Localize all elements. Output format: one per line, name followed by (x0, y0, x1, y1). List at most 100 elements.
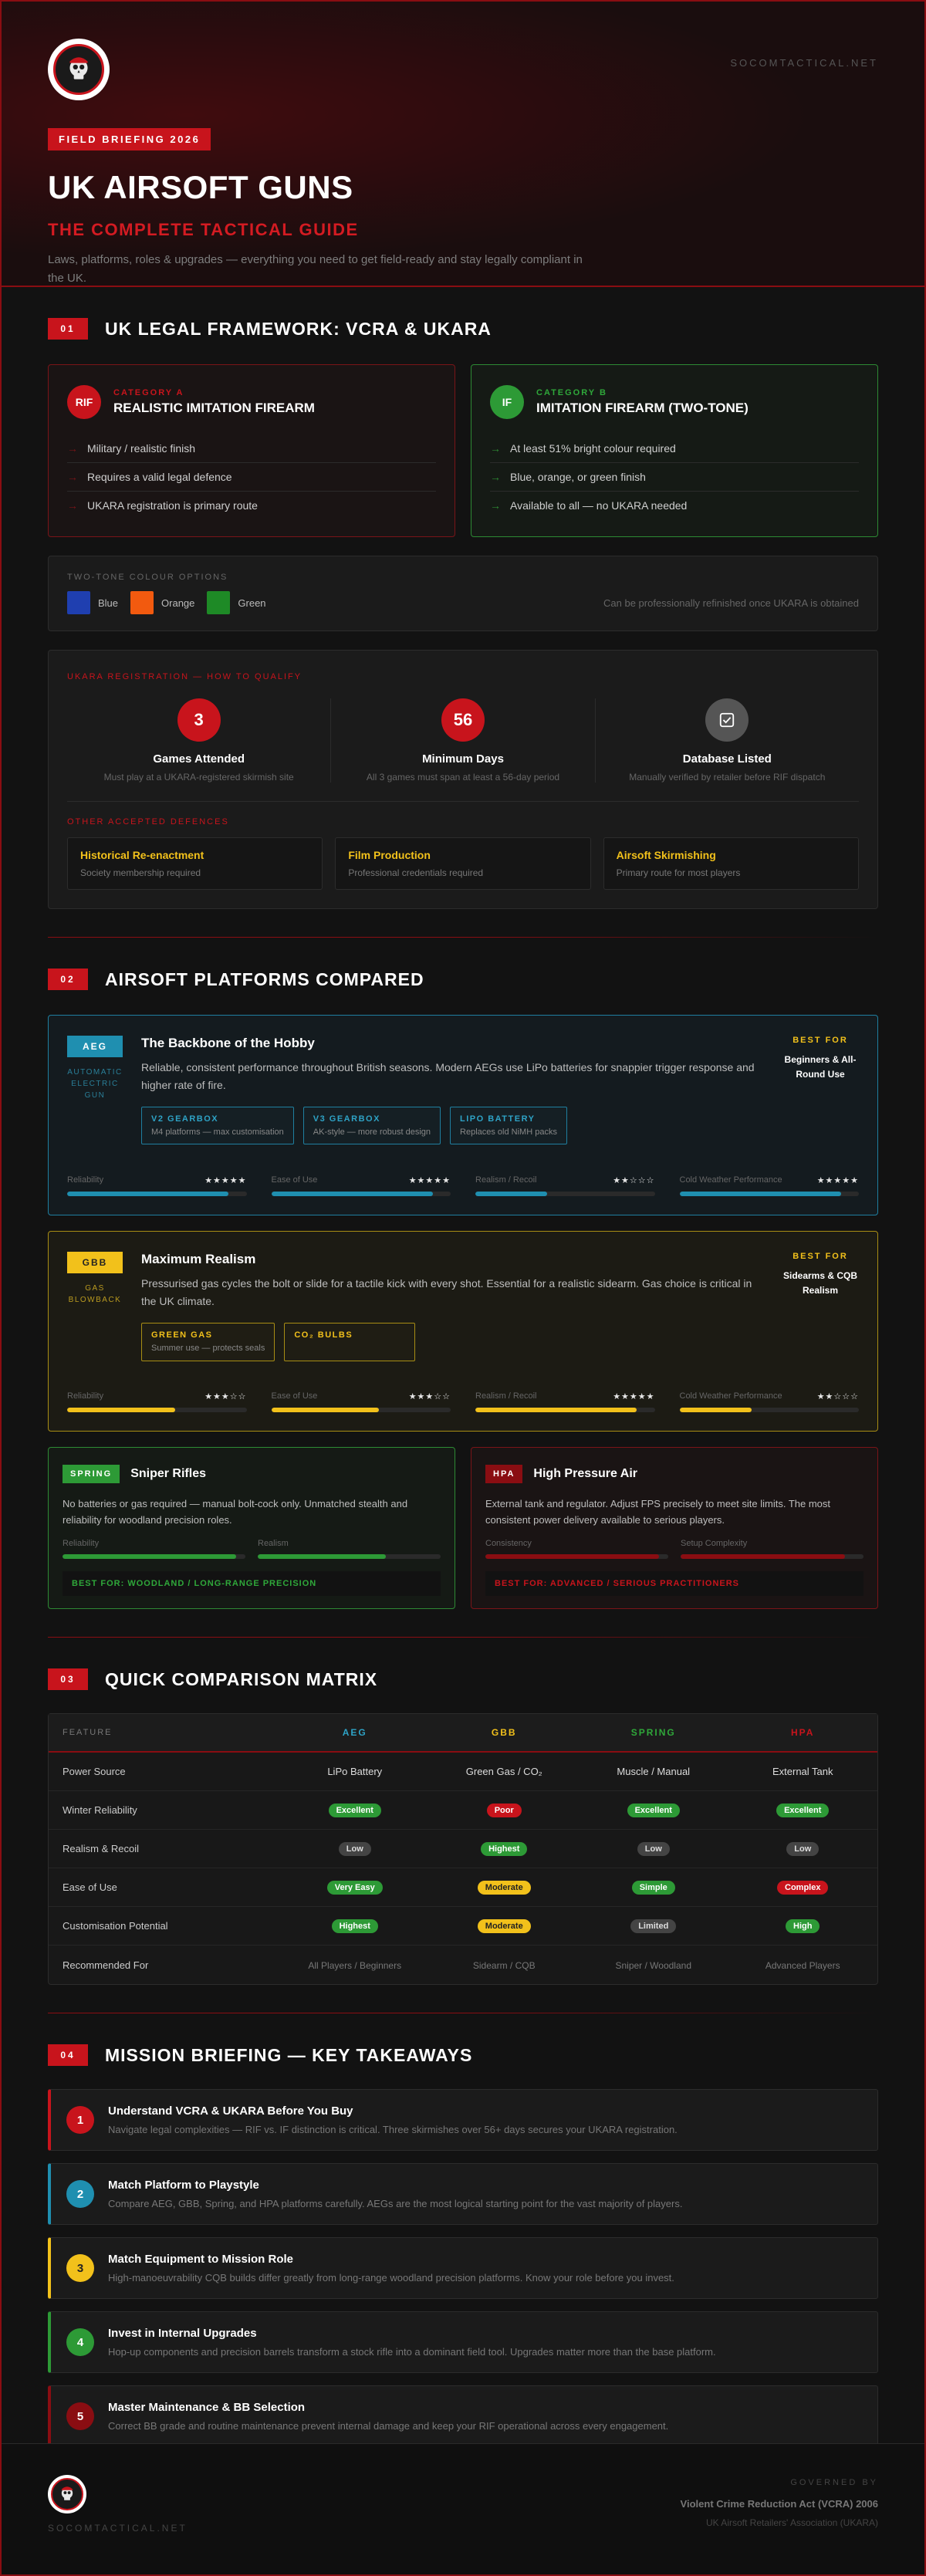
chip: V3 GEARBOX AK-style — more robust design (302, 1107, 441, 1144)
brand-logo[interactable] (48, 39, 110, 100)
swatch-label: Blue (98, 597, 119, 609)
section-number: 03 (48, 1668, 88, 1690)
skull-icon (61, 2486, 73, 2500)
takeaway-card: 1 Understand VCRA & UKARA Before You Buy N… (48, 2089, 878, 2151)
stat-title: Games Attended (153, 752, 245, 766)
metric-fill (679, 1192, 841, 1196)
table-row: Recommended For All Players / Beginners Si… (49, 1946, 877, 1984)
rif-title: REALISTIC IMITATION FIREARM (113, 401, 315, 415)
metric-fill (258, 1554, 386, 1559)
column-header: AEG (342, 1727, 367, 1738)
takeaway-desc: Hop-up components and precision barrels … (108, 2346, 716, 2358)
spring-desc: No batteries or gas required — manual bo… (63, 1498, 408, 1526)
aeg-desc: Reliable, consistent performance through… (141, 1061, 755, 1091)
table-cell: Moderate (430, 1918, 580, 1933)
rating-pill: Excellent (627, 1803, 680, 1817)
list-item: → Blue, orange, or green finish (490, 463, 859, 492)
swatch-label: Green (238, 597, 266, 609)
if-card: IF CATEGORY B IMITATION FIREARM (TWO-TON… (471, 364, 878, 537)
chip: V2 GEARBOX M4 platforms — max customisati… (141, 1107, 294, 1144)
table-cell: All Players / Beginners (280, 1959, 430, 1971)
takeaway-title: Match Platform to Playstyle (108, 2179, 259, 2192)
rating-pill: Limited (630, 1918, 677, 1933)
table-cell: Complex (728, 1880, 878, 1895)
aeg-title: The Backbone of the Hobby (141, 1036, 315, 1050)
rating-pill: Moderate (477, 1880, 531, 1895)
takeaway-card: 4 Invest in Internal Upgrades Hop-up compo… (48, 2311, 878, 2373)
section-takeaways: 04 MISSION BRIEFING — KEY TAKEAWAYS 1 Und… (2, 2044, 924, 2447)
footer-law: Violent Crime Reduction Act (VCRA) 2006 (680, 2498, 878, 2510)
table-cell: Sidearm / CQB (430, 1959, 580, 1971)
table-row: Customisation Potential Highest Moderate Li… (49, 1907, 877, 1946)
metric-label: Reliability (67, 1391, 104, 1401)
cell-text: Green Gas / CO₂ (465, 1766, 542, 1777)
row-feature: Customisation Potential (63, 1920, 168, 1932)
table-cell: Green Gas / CO₂ (430, 1766, 580, 1777)
swatch-colour (130, 591, 154, 614)
metric-bar (63, 1554, 245, 1559)
metric: Setup Complexity (681, 1539, 863, 1559)
defence-title: Film Production (348, 849, 431, 861)
footer-association: UK Airsoft Retailers' Association (UKARA… (705, 2517, 878, 2528)
table-header: FEATURE AEG GBB SPRING HPA (49, 1714, 877, 1753)
spring-card: SPRING Sniper Rifles No batteries or gas… (48, 1447, 455, 1609)
chip: LIPO BATTERY Replaces old NiMH packs (450, 1107, 567, 1144)
rating-pill: Very Easy (326, 1880, 383, 1895)
list-item: → At least 51% bright colour required (490, 434, 859, 463)
metric-label: Setup Complexity (681, 1539, 748, 1548)
chip: GREEN GAS Summer use — protects seals (141, 1323, 275, 1361)
footer-logo[interactable] (48, 2475, 86, 2513)
gbb-title: Maximum Realism (141, 1252, 256, 1266)
takeaway-title: Match Equipment to Mission Role (108, 2253, 294, 2266)
aeg-metrics: Reliability ★★★★★ Ease of Use ★★★★★ Realism … (67, 1175, 859, 1196)
aeg-card: AEG AUTOMATIC ELECTRIC GUN The Backbone … (48, 1015, 878, 1215)
site-url[interactable]: SOCOMTACTICAL.NET (730, 57, 878, 69)
section-title: MISSION BRIEFING — KEY TAKEAWAYS (105, 2044, 473, 2065)
metric: Reliability (63, 1539, 245, 1559)
table-cell: Sniper / Woodland (579, 1959, 728, 1971)
takeaway-title: Invest in Internal Upgrades (108, 2327, 257, 2340)
metric-fill (475, 1408, 637, 1412)
table-cell: LiPo Battery (280, 1766, 430, 1777)
takeaway-card: 3 Match Equipment to Mission Role High-man… (48, 2237, 878, 2299)
rating-pill: Moderate (477, 1918, 531, 1933)
metric-fill (475, 1192, 547, 1196)
rating-pill: Low (786, 1841, 820, 1856)
metric-fill (681, 1554, 846, 1559)
arrow-icon: → (490, 442, 501, 455)
cell-text: Sniper / Woodland (615, 1959, 691, 1971)
checkbox-icon (705, 698, 749, 742)
aeg-subtitle: AUTOMATIC ELECTRIC GUN (67, 1068, 123, 1100)
stat-desc: Must play at a UKARA-registered skirmish… (103, 772, 294, 783)
defence-desc: Professional credentials required (348, 867, 484, 878)
star-rating: ★★★☆☆ (204, 1392, 247, 1401)
list-item: → Military / realistic finish (67, 434, 436, 463)
stat-title: Minimum Days (422, 752, 504, 766)
table-cell: Highest (430, 1841, 580, 1856)
metric-label: Ease of Use (271, 1391, 318, 1401)
section-number: 01 (48, 318, 88, 340)
rating-pill: Excellent (328, 1803, 381, 1817)
takeaway-title: Master Maintenance & BB Selection (108, 2401, 306, 2414)
metric-fill (67, 1408, 175, 1412)
chip: CO₂ BULBS (284, 1323, 416, 1361)
table-cell: External Tank (728, 1766, 878, 1777)
rating-pill: Complex (777, 1880, 829, 1895)
table-cell: Excellent (579, 1803, 728, 1817)
metric-fill (679, 1408, 752, 1412)
section-number: 02 (48, 969, 88, 990)
table-row: Realism & Recoil Low Highest Low Low (49, 1830, 877, 1868)
hpa-tag: HPA (485, 1465, 523, 1483)
list-item: → UKARA registration is primary route (67, 499, 258, 512)
defence-card: Film Production Professional credentials… (335, 837, 591, 890)
rating-pill: Highest (331, 1918, 378, 1933)
row-feature: Recommended For (63, 1959, 149, 1971)
if-badge: IF (490, 385, 524, 419)
takeaway-desc: Correct BB grade and routine maintenance… (108, 2420, 669, 2432)
table-cell: Muscle / Manual (579, 1766, 728, 1777)
arrow-icon: → (67, 442, 78, 455)
metric-label: Cold Weather Performance (679, 1391, 782, 1401)
section-title: QUICK COMPARISON MATRIX (105, 1668, 378, 1689)
stat-value: 56 (441, 698, 485, 742)
cell-text: Sidearm / CQB (472, 1959, 536, 1971)
